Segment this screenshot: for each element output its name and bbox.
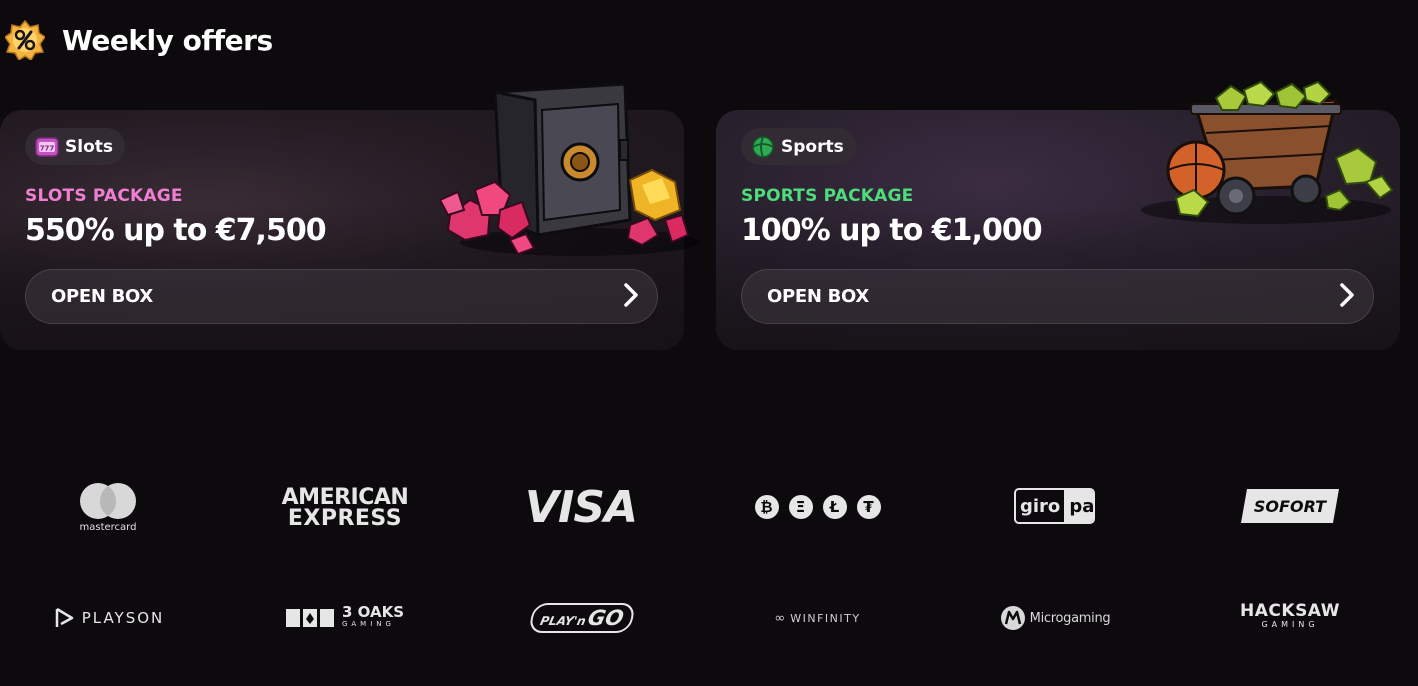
hacksaw-logo: HACKSAW GAMING	[1240, 602, 1340, 634]
amex-line1: AMERICAN	[281, 485, 409, 510]
percent-badge-icon	[5, 20, 45, 60]
game-providers-row: PLAYSON 3 OAKS GAMING PLAY'n GO ∞ WINFIN…	[0, 598, 1418, 638]
sports-offer-card: Sports SPORTS PACKAGE 100% up to €1,000 …	[716, 80, 1400, 350]
hacksaw-line2: GAMING	[1261, 620, 1319, 629]
amex-line2: EXPRESS	[287, 506, 403, 531]
giropay-left: giro	[1016, 490, 1065, 522]
sofort-logo: SOFORT	[1241, 489, 1339, 523]
microgaming-text: Microgaming	[1029, 610, 1111, 626]
bitcoin-icon: ₿	[754, 495, 779, 519]
chip-label: Slots	[65, 136, 113, 157]
mastercard-circles-icon	[80, 482, 136, 519]
hacksaw-line1: HACKSAW	[1240, 601, 1340, 621]
play-n-go-right: GO	[585, 606, 626, 630]
open-box-button[interactable]: OPEN BOX	[741, 269, 1374, 324]
microgaming-m-icon	[1000, 606, 1025, 630]
winfinity-text: WINFINITY	[790, 611, 861, 625]
winfinity-logo: ∞ WINFINITY	[760, 608, 875, 628]
giropay-logo: giro pay	[1014, 488, 1095, 524]
open-box-label: OPEN BOX	[51, 286, 153, 307]
playson-logo: PLAYSON	[50, 604, 168, 632]
american-express-logo: AMERICAN EXPRESS	[270, 486, 420, 530]
litecoin-icon: Ł	[822, 495, 847, 519]
mastercard-text: mastercard	[79, 521, 137, 533]
package-title: SPORTS PACKAGE	[741, 186, 914, 206]
package-title: SLOTS PACKAGE	[25, 186, 183, 206]
slot-machine-icon: 777	[35, 135, 59, 159]
3-oaks-crest-icon	[285, 609, 334, 627]
ethereum-icon: Ξ	[788, 495, 813, 519]
microgaming-logo: Microgaming	[998, 603, 1112, 633]
chevron-right-icon	[621, 282, 641, 312]
playson-play-icon	[55, 607, 73, 627]
visa-logo: VISA	[515, 481, 647, 533]
giropay-right: pay	[1064, 490, 1093, 522]
infinity-icon: ∞	[774, 610, 786, 626]
section-header: Weekly offers	[5, 18, 273, 62]
play-n-go-left: PLAY'n	[538, 614, 587, 628]
sofort-text: SOFORT	[1253, 496, 1327, 516]
tether-icon: ₮	[856, 495, 881, 519]
3-oaks-logo: 3 OAKS GAMING	[280, 602, 410, 634]
play-n-go-logo: PLAY'n GO	[526, 603, 638, 633]
open-box-label: OPEN BOX	[767, 286, 869, 307]
chevron-right-icon	[1337, 282, 1357, 312]
mine-cart-with-basketball-image	[1141, 80, 1394, 224]
safe-with-gems-image	[438, 82, 700, 256]
playson-text: PLAYSON	[81, 609, 165, 627]
3-oaks-line2: GAMING	[341, 620, 395, 628]
visa-text: VISA	[524, 481, 638, 533]
payment-methods-row: mastercard AMERICAN EXPRESS VISA ₿ Ξ Ł ₮…	[0, 478, 1418, 538]
open-box-button[interactable]: OPEN BOX	[25, 269, 658, 324]
category-chip-sports[interactable]: Sports	[741, 128, 856, 165]
mastercard-logo: mastercard	[58, 478, 158, 536]
chip-label: Sports	[781, 136, 844, 157]
ball-icon	[751, 135, 775, 159]
page-title: Weekly offers	[62, 23, 273, 57]
crypto-logos: ₿ Ξ Ł ₮	[750, 494, 885, 520]
slots-offer-card: 777 Slots SLOTS PACKAGE 550% up to €7,50…	[0, 82, 700, 350]
3-oaks-line1: 3 OAKS	[341, 603, 405, 621]
category-chip-slots[interactable]: 777 Slots	[25, 128, 125, 165]
package-amount: 100% up to €1,000	[741, 213, 1043, 248]
package-amount: 550% up to €7,500	[25, 213, 327, 248]
svg-text:777: 777	[40, 144, 55, 152]
